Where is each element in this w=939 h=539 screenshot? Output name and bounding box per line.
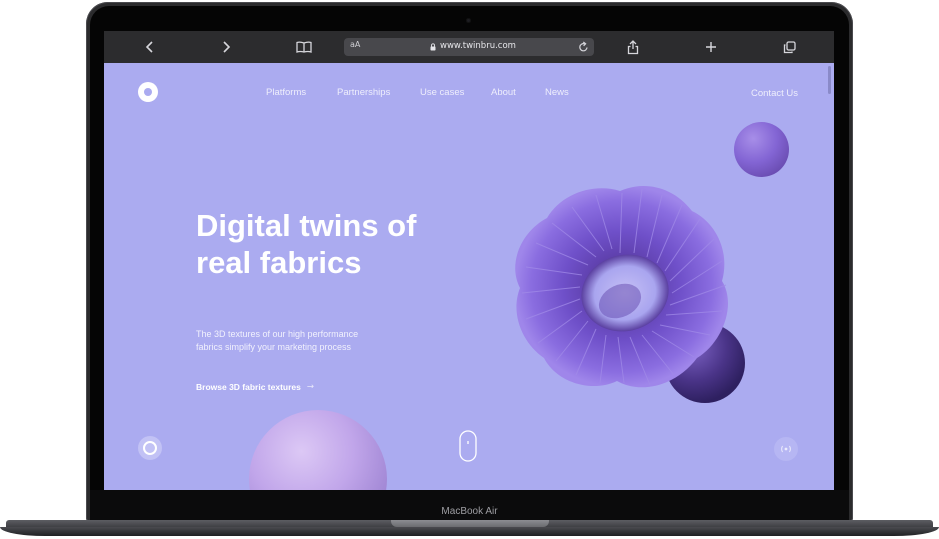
- arrow-right-icon: →: [306, 382, 314, 392]
- share-icon: [627, 39, 639, 54]
- screen: aA www.twinbru.com Platforms Partnership…: [104, 31, 834, 490]
- tabs-icon: [783, 40, 796, 53]
- lock-icon: [430, 43, 436, 51]
- bookmarks-button[interactable]: [292, 31, 316, 63]
- hero-subtitle-line-1: The 3D textures of our high performance: [196, 329, 359, 339]
- sphere-large-bottom: [249, 410, 387, 490]
- hero-subtitle: The 3D textures of our high performance …: [196, 328, 416, 354]
- hero-title-line-1: Digital twins of: [196, 208, 417, 243]
- camera-icon: [466, 18, 471, 23]
- nav-news[interactable]: News: [545, 87, 569, 98]
- browse-textures-link[interactable]: Browse 3D fabric textures →: [196, 382, 314, 392]
- nav-about[interactable]: About: [491, 87, 516, 98]
- logo-hole: [144, 88, 152, 96]
- plus-icon: [706, 42, 716, 52]
- url-text: www.twinbru.com: [440, 41, 516, 51]
- book-icon: [296, 41, 312, 53]
- laptop-base: [0, 520, 939, 539]
- forward-button[interactable]: [214, 31, 238, 63]
- fabric-ruffle-image: [515, 185, 745, 403]
- chevron-left-icon: [145, 41, 153, 53]
- new-tab-button[interactable]: [699, 31, 723, 63]
- address-bar[interactable]: aA www.twinbru.com: [344, 38, 594, 56]
- hero-title-line-2: real fabrics: [196, 245, 362, 280]
- opening-notch: [391, 520, 549, 527]
- share-button[interactable]: [621, 31, 645, 63]
- contact-us-link[interactable]: Contact Us: [751, 88, 798, 99]
- hero-title: Digital twins of real fabrics: [196, 207, 496, 281]
- mouse-scroll-icon[interactable]: [459, 430, 477, 462]
- sound-icon: [781, 445, 791, 453]
- browse-textures-label: Browse 3D fabric textures: [196, 382, 301, 392]
- circle-button[interactable]: [138, 436, 162, 460]
- page-scrollbar[interactable]: [828, 66, 831, 94]
- chevron-right-icon: [223, 41, 231, 53]
- back-button[interactable]: [138, 31, 162, 63]
- base-lip: [0, 527, 939, 536]
- reload-icon[interactable]: [578, 41, 589, 53]
- logo-icon[interactable]: [138, 82, 158, 102]
- nav-partnerships[interactable]: Partnerships: [337, 87, 390, 98]
- nav-use-cases[interactable]: Use cases: [420, 87, 464, 98]
- hero-subtitle-line-2: fabrics simplify your marketing process: [196, 342, 352, 352]
- circle-icon: [143, 441, 157, 455]
- reader-button[interactable]: aA: [350, 40, 360, 49]
- device-model-label: MacBook Air: [441, 506, 498, 517]
- tabs-button[interactable]: [777, 31, 801, 63]
- browser-toolbar: aA www.twinbru.com: [104, 31, 834, 64]
- sound-button[interactable]: [774, 437, 798, 461]
- website: Platforms Partnerships Use cases About N…: [104, 63, 834, 490]
- nav-platforms[interactable]: Platforms: [266, 87, 306, 98]
